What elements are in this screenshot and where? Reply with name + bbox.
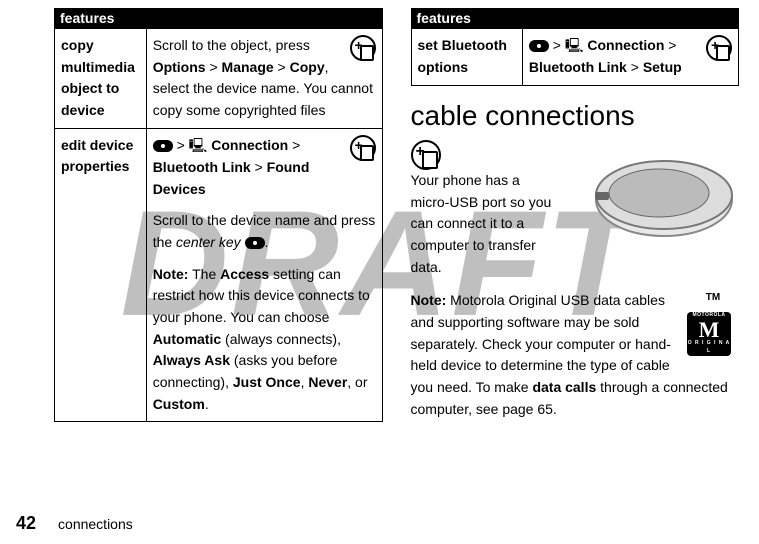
center-key-label: center key [176, 234, 241, 250]
sep: > [664, 37, 676, 53]
badge-box: MOTOROLA M O R I G I N A L [687, 312, 731, 356]
scroll-instruction: Scroll to the device name and press the … [153, 210, 376, 253]
menu-path-copy: Copy [290, 59, 325, 75]
sep: > [288, 137, 300, 153]
accessory-icon [706, 35, 732, 61]
opt-never: Never [308, 374, 347, 390]
section-title: connections [58, 516, 133, 532]
txt: . [265, 234, 269, 250]
sep: > [627, 59, 643, 75]
feature-desc: Scroll to the object, press Options > Ma… [146, 29, 382, 129]
note-label: Note: [411, 292, 447, 308]
motorola-original-badge: TM MOTOROLA M O R I G I N A L [687, 290, 739, 356]
tm-mark: TM [706, 292, 720, 303]
sep: > [549, 37, 565, 53]
menu-bt: Bluetooth Link [529, 59, 627, 75]
accessory-icon [411, 140, 441, 170]
sep: > [274, 59, 290, 75]
feature-desc: > 🖳 Connection > Bluetooth Link > Found … [146, 128, 382, 422]
connection-icon: 🖳 [189, 135, 208, 157]
menu-setup: Setup [643, 59, 682, 75]
badge-bottom: O R I G I N A L [687, 340, 731, 356]
feature-name: copy multimedia object to device [55, 29, 147, 129]
note-label: Note: [153, 266, 189, 282]
cable-intro-block: Your phone has a micro-USB port so you c… [411, 140, 740, 278]
center-key-icon [529, 40, 549, 52]
txt: (always connects), [221, 331, 341, 347]
badge-m: M [699, 320, 720, 340]
feature-desc: > 🖳 Connection > Bluetooth Link > Setup [522, 29, 738, 86]
accessory-icon [350, 135, 376, 161]
opt-always-ask: Always Ask [153, 352, 230, 368]
opt-custom: Custom [153, 396, 205, 412]
menu-connection: Connection [211, 137, 288, 153]
right-features-table: set Bluetooth options > 🖳 Connection > B… [411, 28, 740, 86]
center-key-icon [153, 140, 173, 152]
page-number: 42 [16, 513, 36, 534]
table-row: copy multimedia object to device Scroll … [55, 29, 383, 129]
right-features-header: features [411, 8, 740, 28]
intro-text: Your phone has a micro-USB port so you c… [411, 170, 556, 278]
menu-bt: Bluetooth Link [153, 159, 251, 175]
accessory-icon [350, 35, 376, 61]
txt: The [188, 266, 220, 282]
left-features-table: copy multimedia object to device Scroll … [54, 28, 383, 422]
opt-just-once: Just Once [233, 374, 301, 390]
feature-name: edit device properties [55, 128, 147, 422]
table-row: set Bluetooth options > 🖳 Connection > B… [411, 29, 739, 86]
connection-icon: 🖳 [565, 35, 584, 57]
menu-path-manage: Manage [222, 59, 274, 75]
access-note: Note: The Access setting can restrict ho… [153, 264, 376, 416]
page-footer: 42 connections [16, 513, 133, 534]
sep: > [251, 159, 267, 175]
menu-connection: Connection [587, 37, 664, 53]
data-calls: data calls [532, 379, 596, 395]
left-column: features copy multimedia object to devic… [54, 8, 383, 422]
desc-text: Scroll to the object, press [153, 37, 310, 53]
cable-heading: cable connections [411, 100, 740, 132]
center-key-icon [245, 237, 265, 249]
access-setting: Access [220, 266, 269, 282]
txt: . [205, 396, 209, 412]
menu-path-options: Options [153, 59, 206, 75]
feature-name: set Bluetooth options [411, 29, 522, 86]
table-row: edit device properties > 🖳 Connection > … [55, 128, 383, 422]
left-features-header: features [54, 8, 383, 28]
phone-illustration [569, 140, 739, 260]
sep: > [173, 137, 189, 153]
opt-automatic: Automatic [153, 331, 221, 347]
txt: , or [347, 374, 367, 390]
cable-note-block: TM MOTOROLA M O R I G I N A L Note: Moto… [411, 290, 740, 420]
right-column: features set Bluetooth options > 🖳 Conne… [411, 8, 740, 422]
sep: > [206, 59, 222, 75]
